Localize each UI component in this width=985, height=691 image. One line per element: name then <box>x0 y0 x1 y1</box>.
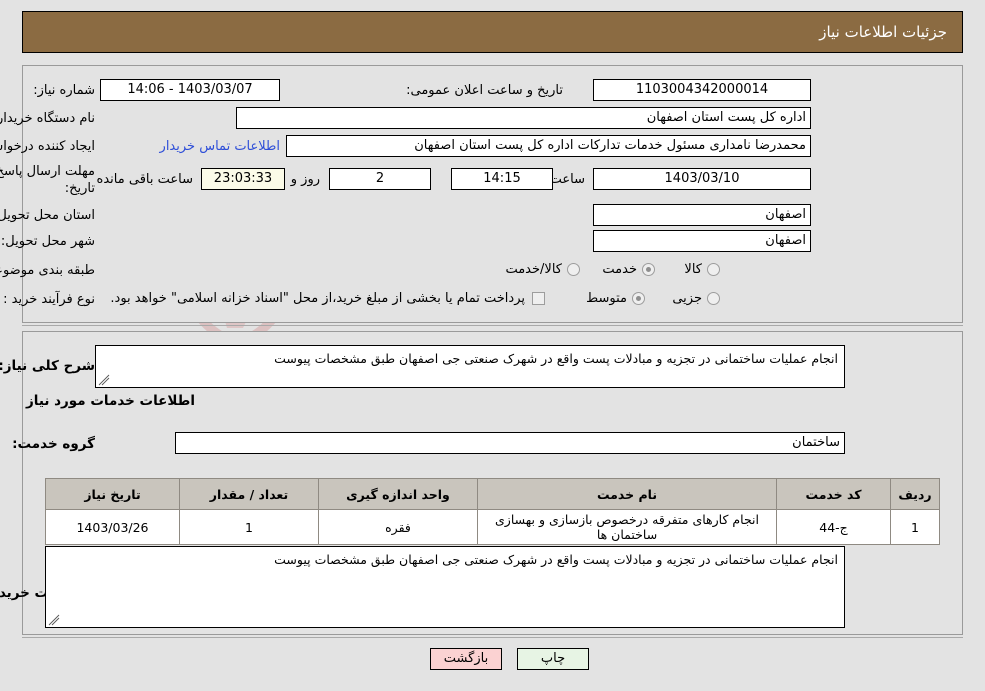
treasury-checkbox-label: پرداخت تمام یا بخشی از مبلغ خرید،از محل … <box>110 291 525 306</box>
treasury-checkbox[interactable] <box>532 292 545 305</box>
deadline-label-line1: مهلت ارسال پاسخ: تا <box>0 164 95 179</box>
province-value: اصفهان <box>593 204 811 226</box>
process-radio-jozi[interactable] <box>707 292 720 305</box>
process-label-motevaset: متوسط <box>586 291 627 306</box>
col-qty: تعداد / مقدار <box>179 478 319 510</box>
category-radio-kala-khedmat[interactable] <box>567 263 580 276</box>
days-label: روز و <box>290 172 320 187</box>
buyer-notes-text: انجام عملیات ساختمانی در تجزیه و مبادلات… <box>274 552 838 567</box>
col-code: کد خدمت <box>776 478 891 510</box>
deadline-time-value: 14:15 <box>451 168 553 190</box>
province-label: استان محل تحویل: <box>0 208 95 223</box>
resize-grip-icon[interactable] <box>48 614 60 626</box>
page-title: جزئیات اطلاعات نیاز <box>819 23 947 41</box>
services-table: ردیف کد خدمت نام خدمت واحد اندازه گیری ت… <box>45 478 940 545</box>
deadline-date-value: 1403/03/10 <box>593 168 811 190</box>
service-group-label: گروه خدمت: <box>12 436 95 452</box>
process-label-jozi: جزیی <box>672 291 702 306</box>
category-radio-kala[interactable] <box>707 263 720 276</box>
section-divider-2 <box>22 637 963 638</box>
page-root: AriaTender.net جزئیات اطلاعات نیاز شماره… <box>0 0 985 691</box>
cell-unit: فقره <box>318 509 478 545</box>
buyer-org-value: اداره کل پست استان اصفهان <box>236 107 811 129</box>
remaining-days-value: 2 <box>329 168 431 190</box>
table-header-row: ردیف کد خدمت نام خدمت واحد اندازه گیری ت… <box>45 478 940 510</box>
announce-datetime-label: تاریخ و ساعت اعلان عمومی: <box>406 83 563 98</box>
need-number-label: شماره نیاز: <box>33 83 95 98</box>
summary-textarea[interactable]: انجام عملیات ساختمانی در تجزیه و مبادلات… <box>95 345 845 388</box>
col-date: تاریخ نیاز <box>45 478 180 510</box>
countdown-value: 23:03:33 <box>201 168 285 190</box>
table-row: 1 ج-44 انجام کارهای متفرقه درخصوص بازساز… <box>45 509 940 545</box>
cell-row: 1 <box>890 509 940 545</box>
resize-grip-icon[interactable] <box>98 374 110 386</box>
buyer-contact-link[interactable]: اطلاعات تماس خریدار <box>160 139 280 154</box>
print-button[interactable]: چاپ <box>517 648 589 670</box>
service-group-value: ساختمان <box>175 432 845 454</box>
col-unit: واحد اندازه گیری <box>318 478 478 510</box>
requester-label: ایجاد کننده درخواست: <box>0 139 95 154</box>
buyer-notes-textarea[interactable]: انجام عملیات ساختمانی در تجزیه و مبادلات… <box>45 546 845 628</box>
col-name: نام خدمت <box>477 478 777 510</box>
deadline-label-line2: تاریخ: <box>64 181 95 196</box>
city-value: اصفهان <box>593 230 811 252</box>
category-label: طبقه بندی موضوعی: <box>0 263 95 278</box>
section-divider-1 <box>22 325 963 326</box>
buyer-org-label: نام دستگاه خریدار: <box>0 111 95 126</box>
services-section-title: اطلاعات خدمات مورد نیاز <box>25 393 195 409</box>
requester-value: محمدرضا نامداری مسئول خدمات تدارکات ادار… <box>286 135 811 157</box>
city-label: شهر محل تحویل: <box>0 234 95 249</box>
category-label-kala-khedmat: کالا/خدمت <box>505 262 562 277</box>
announce-datetime-value: 1403/03/07 - 14:06 <box>100 79 280 101</box>
process-radio-motevaset[interactable] <box>632 292 645 305</box>
process-label: نوع فرآیند خرید : <box>3 292 95 307</box>
back-button[interactable]: بازگشت <box>430 648 502 670</box>
summary-text: انجام عملیات ساختمانی در تجزیه و مبادلات… <box>274 351 838 366</box>
cell-name: انجام کارهای متفرقه درخصوص بازسازی و بهس… <box>477 509 777 545</box>
cell-code: ج-44 <box>776 509 891 545</box>
summary-label: شرح کلی نیاز: <box>0 358 95 374</box>
hour-label: ساعت <box>549 172 585 187</box>
category-radio-khedmat[interactable] <box>642 263 655 276</box>
col-row: ردیف <box>890 478 940 510</box>
countdown-label: ساعت باقی مانده <box>96 172 193 187</box>
cell-qty: 1 <box>179 509 319 545</box>
need-info-panel <box>22 65 963 323</box>
category-label-khedmat: خدمت <box>602 262 637 277</box>
window-title-bar: جزئیات اطلاعات نیاز <box>22 11 963 53</box>
cell-date: 1403/03/26 <box>45 509 180 545</box>
category-label-kala: کالا <box>684 262 702 277</box>
need-number-value: 1103004342000014 <box>593 79 811 101</box>
